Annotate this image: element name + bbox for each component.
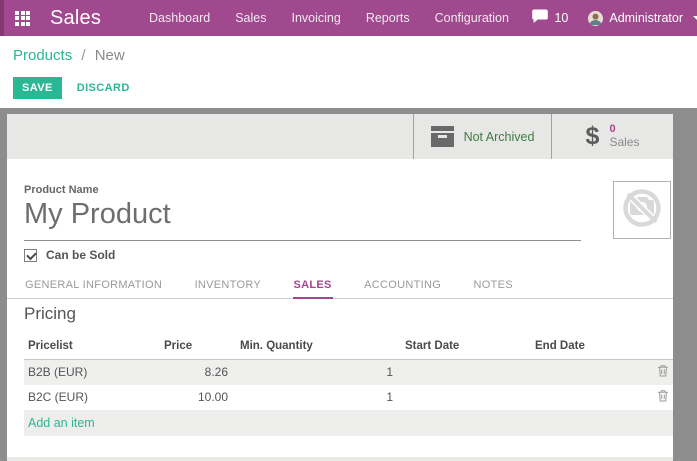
sales-stat-label: Sales xyxy=(609,136,639,150)
status-button-band: Not Archived $ 0 Sales xyxy=(7,114,673,159)
messages-count: 10 xyxy=(554,11,568,25)
cell-end-date[interactable] xyxy=(527,385,653,410)
pricing-section-title: Pricing xyxy=(24,304,76,324)
tab-notes[interactable]: NOTES xyxy=(473,275,514,297)
product-name-label: Product Name xyxy=(24,184,99,196)
form-sheet: Not Archived $ 0 Sales Product Name xyxy=(7,114,673,461)
save-button[interactable]: SAVE xyxy=(13,77,62,99)
menu-item-dashboard[interactable]: Dashboard xyxy=(149,11,210,25)
product-name-input[interactable] xyxy=(24,198,581,241)
can-be-sold-label: Can be Sold xyxy=(46,248,115,262)
pricing-row-b2b[interactable]: B2B (EUR) 8.26 1 xyxy=(24,360,673,385)
sales-stat-stack: 0 Sales xyxy=(609,123,639,149)
can-be-sold-checkbox[interactable] xyxy=(24,249,37,262)
breadcrumb: Products / New xyxy=(13,47,125,64)
breadcrumb-products-link[interactable]: Products xyxy=(13,47,72,64)
menu-item-configuration[interactable]: Configuration xyxy=(435,11,509,25)
col-header-pricelist[interactable]: Pricelist xyxy=(24,336,160,360)
sales-stat-button[interactable]: $ 0 Sales xyxy=(551,114,673,159)
apps-grid-icon[interactable] xyxy=(15,11,30,26)
product-image-placeholder[interactable] xyxy=(613,181,671,239)
no-camera-icon xyxy=(617,183,667,238)
cell-end-date[interactable] xyxy=(527,360,653,385)
breadcrumb-separator: / xyxy=(81,47,85,64)
chat-bubble-icon xyxy=(531,8,549,29)
cell-price[interactable]: 10.00 xyxy=(160,385,232,410)
breadcrumb-current: New xyxy=(95,47,125,64)
delete-row-icon[interactable] xyxy=(653,385,673,410)
notebook-tabs: GENERAL INFORMATION INVENTORY SALES ACCO… xyxy=(7,275,673,299)
tab-accounting[interactable]: ACCOUNTING xyxy=(363,275,442,297)
cell-pricelist[interactable]: B2B (EUR) xyxy=(24,360,160,385)
col-header-price[interactable]: Price xyxy=(160,336,232,360)
menu-item-sales[interactable]: Sales xyxy=(235,11,266,25)
avatar xyxy=(588,11,603,26)
cell-start-date[interactable] xyxy=(397,385,527,410)
top-navbar: Sales Dashboard Sales Invoicing Reports … xyxy=(0,0,697,36)
col-header-min-quantity[interactable]: Min. Quantity xyxy=(232,336,397,360)
delete-row-icon[interactable] xyxy=(653,360,673,385)
user-menu[interactable]: Administrator xyxy=(588,11,697,26)
pricing-table-header-row: Pricelist Price Min. Quantity Start Date… xyxy=(24,336,673,360)
can-be-sold-row: Can be Sold xyxy=(24,248,115,262)
archive-status-label: Not Archived xyxy=(464,130,535,144)
archive-status-button[interactable]: Not Archived xyxy=(413,114,551,159)
add-item-row[interactable]: Add an item xyxy=(24,410,673,436)
main-menu: Dashboard Sales Invoicing Reports Config… xyxy=(149,11,509,25)
navbar-right: 10 Administrator xyxy=(531,8,697,29)
messages-button[interactable]: 10 xyxy=(531,8,568,29)
navbar-edge xyxy=(0,0,4,36)
tab-general-information[interactable]: GENERAL INFORMATION xyxy=(24,275,163,297)
tab-inventory[interactable]: INVENTORY xyxy=(194,275,262,297)
col-header-end-date[interactable]: End Date xyxy=(527,336,653,360)
discard-button[interactable]: DISCARD xyxy=(77,82,130,94)
menu-item-invoicing[interactable]: Invoicing xyxy=(291,11,340,25)
user-name: Administrator xyxy=(609,11,683,25)
form-action-buttons: SAVE DISCARD xyxy=(13,77,130,99)
cell-pricelist[interactable]: B2C (EUR) xyxy=(24,385,160,410)
pricing-table: Pricelist Price Min. Quantity Start Date… xyxy=(24,336,673,436)
dollar-icon: $ xyxy=(586,124,600,149)
tab-sales[interactable]: SALES xyxy=(293,275,333,299)
next-section-edge xyxy=(7,457,673,461)
app-title: Sales xyxy=(50,7,101,30)
control-panel: Products / New SAVE DISCARD xyxy=(0,36,697,108)
cell-min-quantity[interactable]: 1 xyxy=(232,385,397,410)
cell-price[interactable]: 8.26 xyxy=(160,360,232,385)
cell-min-quantity[interactable]: 1 xyxy=(232,360,397,385)
pricing-row-b2c[interactable]: B2C (EUR) 10.00 1 xyxy=(24,385,673,410)
menu-item-reports[interactable]: Reports xyxy=(366,11,410,25)
cell-start-date[interactable] xyxy=(397,360,527,385)
chevron-down-icon xyxy=(693,16,697,20)
add-item-link[interactable]: Add an item xyxy=(24,410,673,436)
col-header-start-date[interactable]: Start Date xyxy=(397,336,527,360)
archive-box-icon xyxy=(431,126,454,147)
col-header-delete xyxy=(653,336,673,360)
